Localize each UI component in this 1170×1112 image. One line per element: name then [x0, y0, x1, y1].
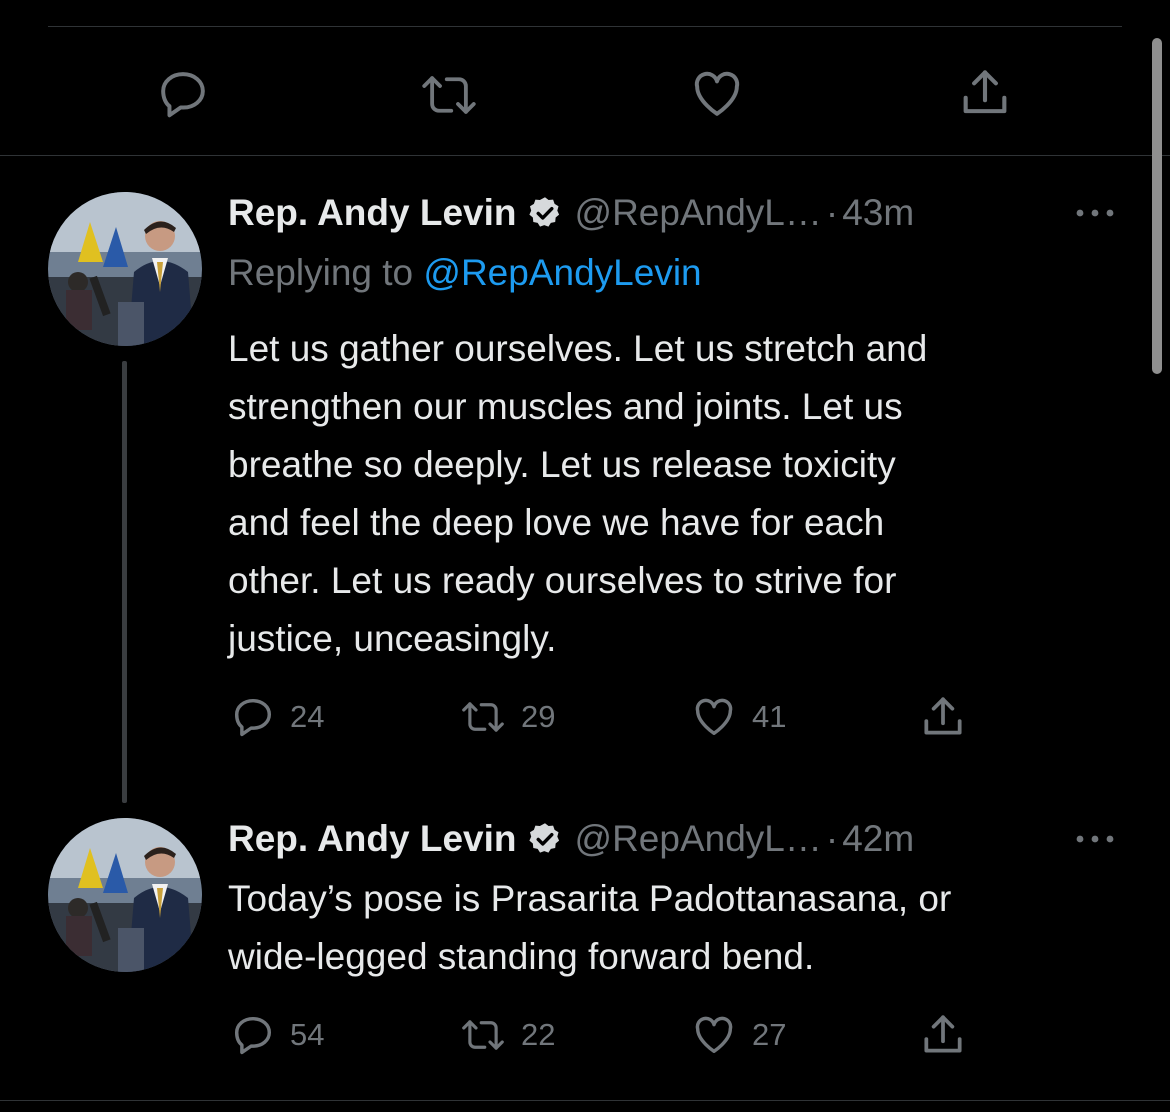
verified-badge-icon — [527, 195, 563, 231]
timestamp[interactable]: 42m — [842, 818, 914, 860]
retweet-button[interactable]: 29 — [455, 696, 555, 738]
display-name[interactable]: Rep. Andy Levin — [228, 818, 517, 860]
top-divider — [48, 26, 1122, 27]
like-count: 41 — [752, 699, 787, 734]
like-button[interactable]: 41 — [690, 694, 786, 740]
replying-label: Replying to — [228, 252, 424, 293]
scrollbar[interactable] — [1152, 38, 1162, 374]
more-icon[interactable] — [1072, 825, 1118, 853]
bottom-divider — [0, 1100, 1170, 1101]
retweet-icon — [462, 1020, 504, 1050]
tweet-divider — [0, 155, 1170, 156]
share-icon — [924, 697, 962, 735]
heart-icon[interactable] — [688, 66, 746, 122]
retweet-icon[interactable] — [416, 68, 482, 122]
retweet-icon — [462, 702, 504, 732]
reply-icon[interactable] — [155, 66, 211, 122]
reply-count: 24 — [290, 699, 325, 734]
more-icon[interactable] — [1072, 199, 1118, 227]
reply-count: 54 — [290, 1017, 325, 1052]
replying-to: Replying to @RepAndyLevin — [228, 252, 702, 294]
verified-badge-icon — [527, 821, 563, 857]
like-button[interactable]: 27 — [690, 1012, 786, 1058]
share-button[interactable] — [918, 692, 968, 742]
tweet-header: Rep. Andy Levin @RepAndyL… · 42m — [228, 814, 914, 864]
like-count: 27 — [752, 1017, 787, 1052]
tweet-text: Let us gather ourselves. Let us stretch … — [228, 328, 928, 659]
heart-icon — [695, 1016, 733, 1054]
reply-button[interactable]: 24 — [230, 694, 324, 740]
heart-icon — [695, 698, 733, 736]
previous-tweet-actions — [0, 62, 1170, 124]
separator-dot: · — [825, 192, 839, 233]
tweet-header: Rep. Andy Levin @RepAndyL… · 43m — [228, 188, 914, 238]
timestamp[interactable]: 43m — [842, 192, 914, 234]
handle[interactable]: @RepAndyL… — [575, 192, 822, 234]
replying-mention-link[interactable]: @RepAndyLevin — [423, 252, 701, 293]
reply-icon — [234, 1016, 272, 1055]
retweet-button[interactable]: 22 — [455, 1014, 555, 1056]
avatar[interactable] — [48, 818, 202, 972]
retweet-count: 22 — [521, 1017, 556, 1052]
tweet-text: Today’s pose is Prasarita Padottanasana,… — [228, 878, 952, 977]
thread-line — [122, 361, 127, 803]
share-icon — [924, 1015, 962, 1053]
handle[interactable]: @RepAndyL… — [575, 818, 822, 860]
share-icon[interactable] — [956, 64, 1014, 122]
reply-icon — [234, 698, 272, 737]
share-button[interactable] — [918, 1010, 968, 1060]
retweet-count: 29 — [521, 699, 556, 734]
separator-dot: · — [825, 818, 839, 859]
display-name[interactable]: Rep. Andy Levin — [228, 192, 517, 234]
reply-button[interactable]: 54 — [230, 1012, 324, 1058]
avatar[interactable] — [48, 192, 202, 346]
